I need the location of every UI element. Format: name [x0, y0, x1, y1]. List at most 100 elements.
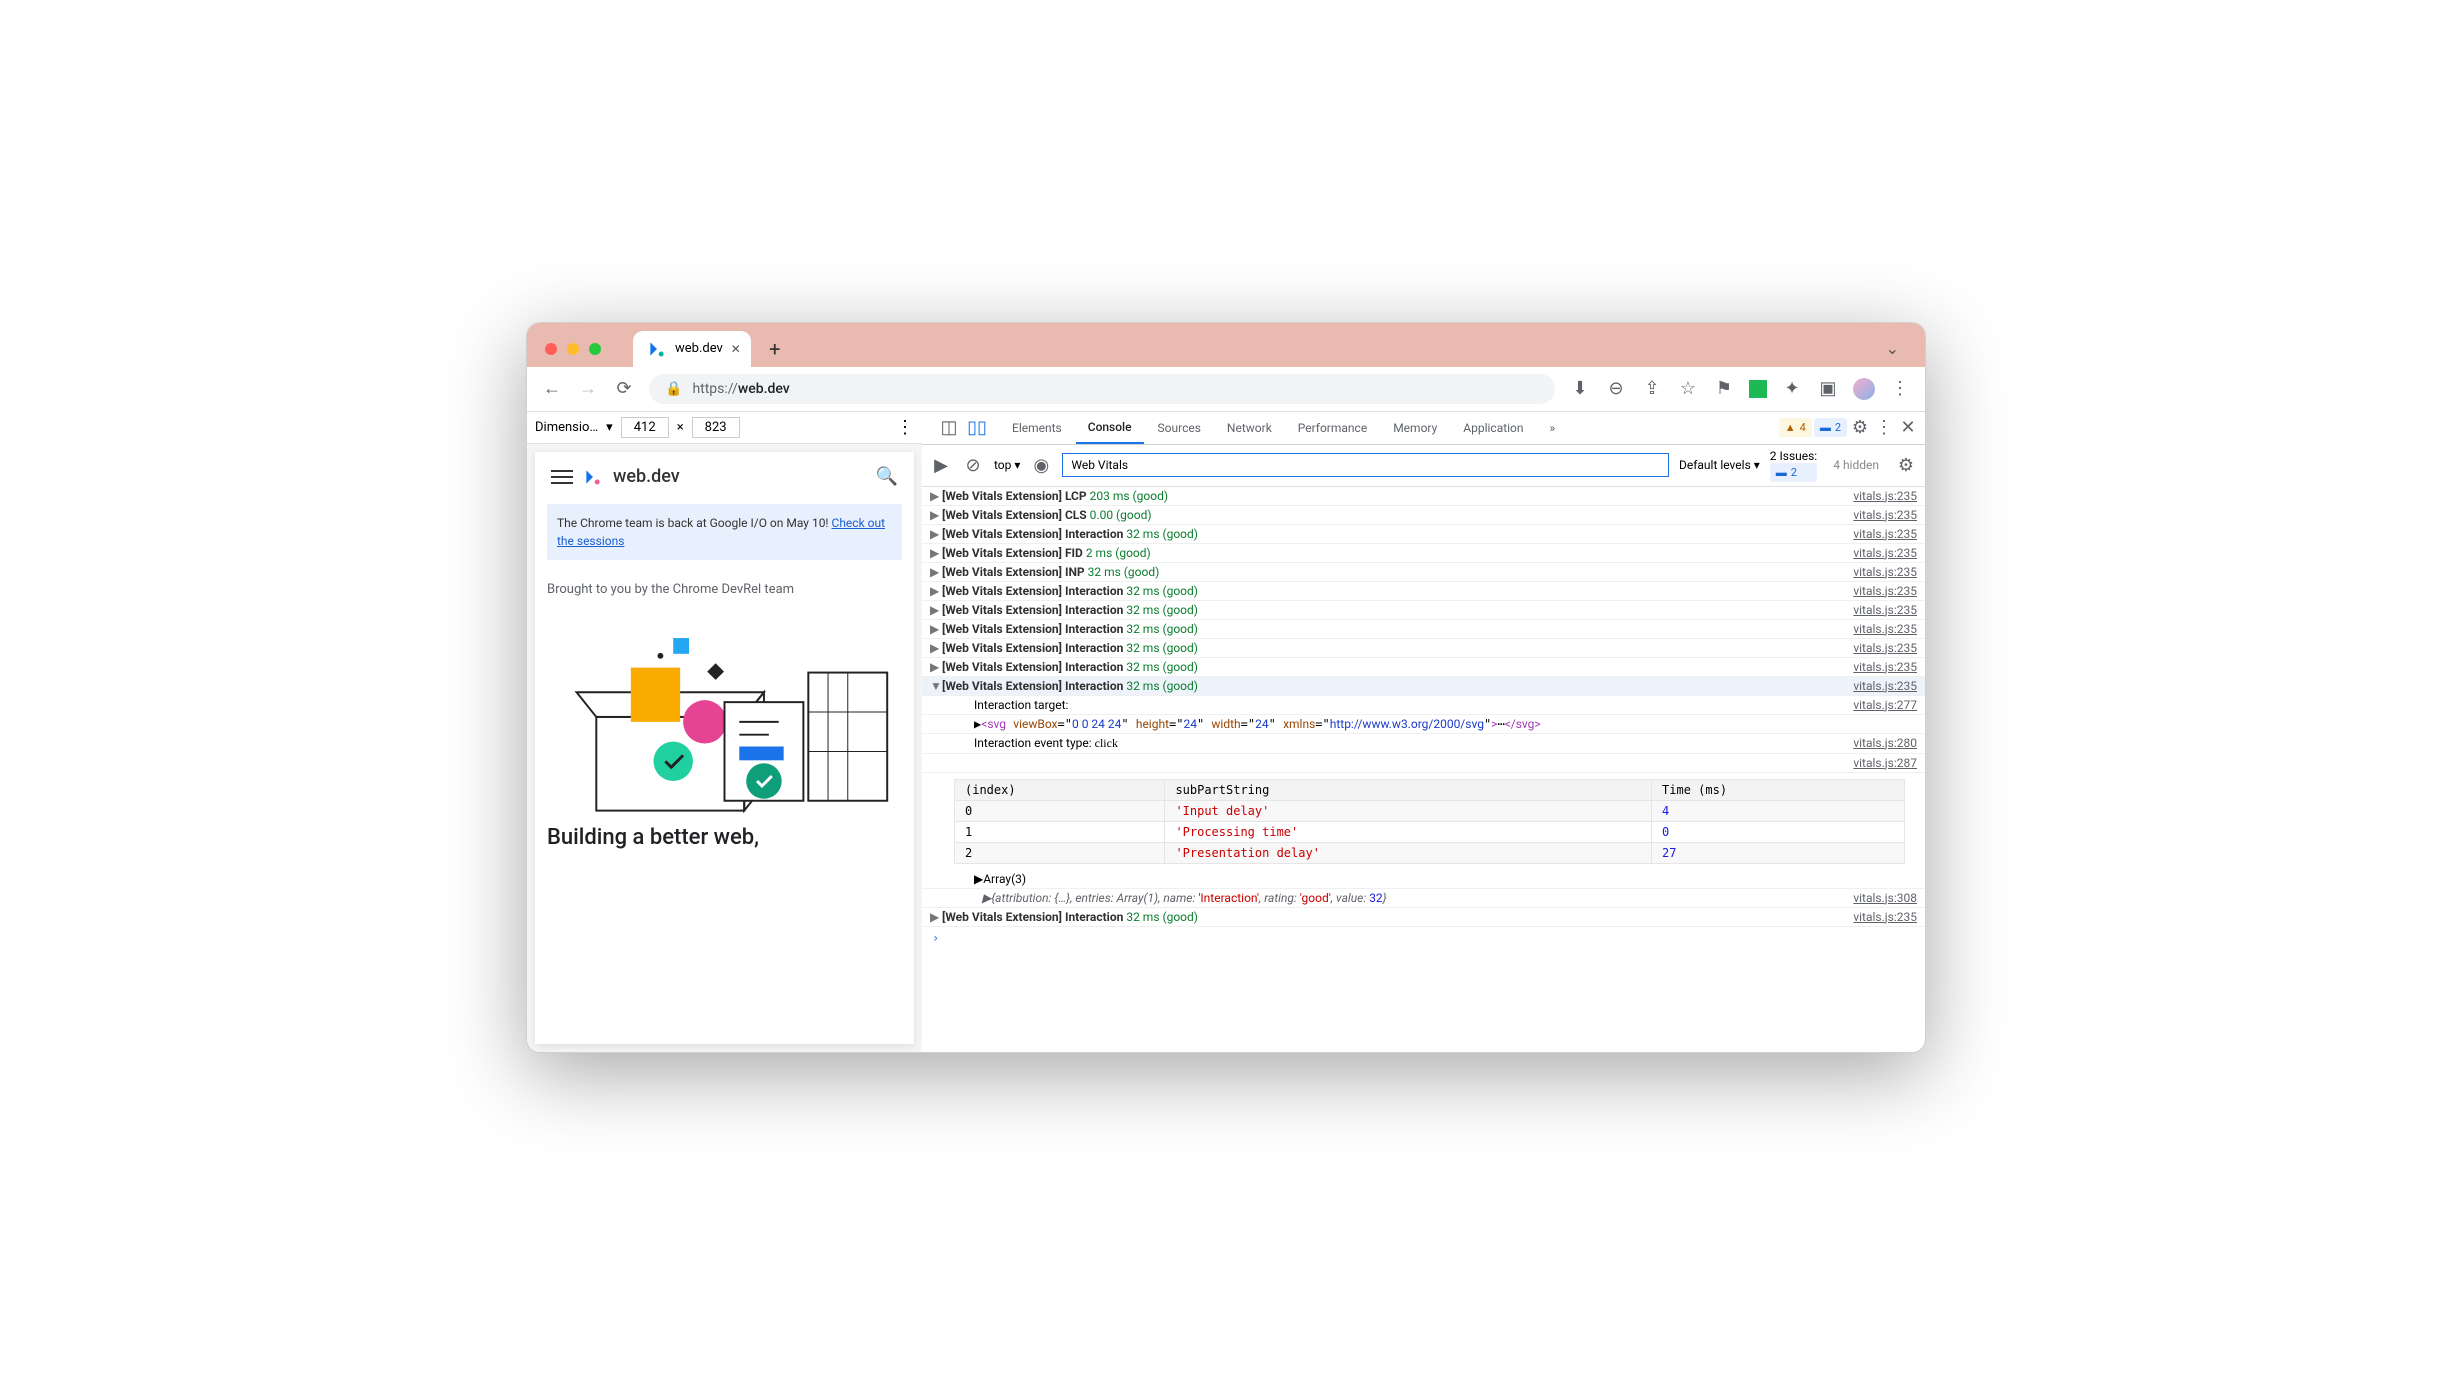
expand-caret-icon[interactable]: ▶ [930, 508, 942, 522]
live-expression-icon[interactable]: ◉ [1030, 454, 1052, 476]
tabs-overflow-icon[interactable]: » [1538, 413, 1568, 443]
extension-square-icon[interactable] [1749, 380, 1767, 398]
console-log-row[interactable]: ▶ [Web Vitals Extension] FID 2 ms (good)… [922, 544, 1925, 563]
table-row: 0'Input delay'4 [955, 800, 1905, 821]
source-link[interactable]: vitals.js:235 [1853, 603, 1917, 617]
star-icon[interactable]: ☆ [1677, 378, 1699, 400]
tab-sources[interactable]: Sources [1146, 413, 1213, 443]
zoom-icon[interactable]: ⊖ [1605, 378, 1627, 400]
source-link[interactable]: vitals.js:235 [1853, 660, 1917, 674]
tab-network[interactable]: Network [1215, 413, 1284, 443]
console-output[interactable]: ▶ [Web Vitals Extension] LCP 203 ms (goo… [922, 487, 1925, 1052]
back-button[interactable]: ← [541, 378, 563, 400]
tab-console[interactable]: Console [1076, 412, 1144, 444]
source-link[interactable]: vitals.js:235 [1853, 679, 1917, 693]
source-link[interactable]: vitals.js:235 [1853, 910, 1917, 924]
console-settings-icon[interactable]: ⚙ [1895, 454, 1917, 476]
source-link[interactable]: vitals.js:277 [1853, 698, 1917, 712]
source-link[interactable]: vitals.js:235 [1853, 584, 1917, 598]
webdev-favicon [647, 339, 667, 359]
source-link[interactable]: vitals.js:287 [1853, 756, 1917, 770]
issues-counter[interactable]: 2 Issues: ▬ 2 [1770, 449, 1817, 482]
console-log-row[interactable]: ▼ [Web Vitals Extension] Interaction 32 … [922, 677, 1925, 696]
side-panel-icon[interactable]: ▣ [1817, 378, 1839, 400]
webdev-logo-icon [583, 467, 603, 487]
clear-console-icon[interactable]: ⊘ [962, 454, 984, 476]
viewport-width-input[interactable] [621, 417, 669, 438]
tab-elements[interactable]: Elements [1000, 413, 1074, 443]
expand-caret-icon[interactable]: ▶ [930, 584, 942, 598]
play-icon[interactable]: ▶ [930, 454, 952, 476]
expand-caret-icon[interactable]: ▶ [930, 603, 942, 617]
forward-button[interactable]: → [577, 378, 599, 400]
page-logo-text: web.dev [613, 466, 680, 487]
tab-performance[interactable]: Performance [1286, 413, 1379, 443]
hidden-count[interactable]: 4 hidden [1827, 458, 1885, 472]
expand-caret-icon[interactable]: ▶ [930, 489, 942, 503]
source-link[interactable]: vitals.js:235 [1853, 489, 1917, 503]
expand-caret-icon[interactable]: ▶ [930, 546, 942, 560]
source-link[interactable]: vitals.js:235 [1853, 641, 1917, 655]
profile-avatar[interactable] [1853, 378, 1875, 400]
source-link[interactable]: vitals.js:308 [1853, 891, 1917, 905]
hero-illustration [547, 607, 902, 817]
source-link[interactable]: vitals.js:235 [1853, 508, 1917, 522]
new-tab-button[interactable]: + [761, 335, 789, 363]
log-levels-dropdown[interactable]: Default levels ▾ [1679, 458, 1760, 472]
console-log-row[interactable]: ▶ [Web Vitals Extension] Interaction 32 … [922, 620, 1925, 639]
tab-application[interactable]: Application [1451, 413, 1535, 443]
inspect-element-icon[interactable]: ◫ [938, 417, 960, 439]
console-log-row[interactable]: ▶ [Web Vitals Extension] CLS 0.00 (good)… [922, 506, 1925, 525]
close-window-button[interactable] [545, 343, 557, 355]
console-log-row[interactable]: ▶ [Web Vitals Extension] LCP 203 ms (goo… [922, 487, 1925, 506]
device-toggle-icon[interactable]: ▯▯ [966, 417, 988, 439]
console-prompt[interactable]: › [922, 927, 1925, 949]
execution-context[interactable]: top ▾ [994, 458, 1020, 472]
expand-caret-icon[interactable]: ▶ [930, 565, 942, 579]
messages-badge[interactable]: ▬ 2 [1814, 418, 1847, 437]
source-link[interactable]: vitals.js:235 [1853, 565, 1917, 579]
reload-button[interactable]: ⟳ [613, 378, 635, 400]
devtools-close-icon[interactable]: ✕ [1897, 417, 1919, 439]
source-link[interactable]: vitals.js:235 [1853, 546, 1917, 560]
search-icon[interactable]: 🔍 [876, 466, 898, 488]
expand-caret-icon[interactable]: ▶ [930, 527, 942, 541]
warnings-badge[interactable]: ▲ 4 [1779, 418, 1812, 437]
source-link[interactable]: vitals.js:235 [1853, 527, 1917, 541]
maximize-window-button[interactable] [589, 343, 601, 355]
tab-close-icon[interactable]: ✕ [731, 342, 741, 356]
console-log-row[interactable]: ▶[Web Vitals Extension] Interaction 32 m… [922, 908, 1925, 927]
browser-tab[interactable]: web.dev ✕ [633, 331, 751, 367]
share-icon[interactable]: ⇪ [1641, 378, 1663, 400]
expand-caret-icon[interactable]: ▶ [930, 660, 942, 674]
browser-menu-icon[interactable]: ⋮ [1889, 378, 1911, 400]
minimize-window-button[interactable] [567, 343, 579, 355]
viewport-more-icon[interactable]: ⋮ [896, 417, 914, 438]
console-log-row[interactable]: ▶ [Web Vitals Extension] Interaction 32 … [922, 639, 1925, 658]
console-log-row[interactable]: ▶ [Web Vitals Extension] Interaction 32 … [922, 601, 1925, 620]
titlebar: web.dev ✕ + ⌄ [527, 323, 1925, 367]
hamburger-menu-icon[interactable] [551, 470, 573, 484]
viewport-height-input[interactable] [692, 417, 740, 438]
console-log-row[interactable]: ▶ [Web Vitals Extension] Interaction 32 … [922, 582, 1925, 601]
download-icon[interactable]: ⬇ [1569, 378, 1591, 400]
source-link[interactable]: vitals.js:235 [1853, 622, 1917, 636]
console-log-row[interactable]: ▶ [Web Vitals Extension] Interaction 32 … [922, 658, 1925, 677]
flag-icon[interactable]: ⚑ [1713, 378, 1735, 400]
rendered-page[interactable]: web.dev 🔍 The Chrome team is back at Goo… [535, 452, 914, 1044]
expand-caret-icon[interactable]: ▶ [930, 641, 942, 655]
console-filter-input[interactable] [1062, 453, 1669, 477]
url-bar[interactable]: 🔒 https://web.dev [649, 374, 1555, 404]
devtools-more-icon[interactable]: ⋮ [1873, 417, 1895, 439]
source-link[interactable]: vitals.js:280 [1853, 736, 1917, 751]
console-log-row[interactable]: ▶ [Web Vitals Extension] INP 32 ms (good… [922, 563, 1925, 582]
settings-gear-icon[interactable]: ⚙ [1849, 417, 1871, 439]
extensions-puzzle-icon[interactable]: ✦ [1781, 378, 1803, 400]
tabs-menu-icon[interactable]: ⌄ [1886, 339, 1907, 358]
expand-caret-icon[interactable]: ▼ [930, 679, 942, 693]
dimensions-label[interactable]: Dimensio… [535, 420, 598, 435]
expand-caret-icon[interactable]: ▶ [930, 622, 942, 636]
console-log-row[interactable]: ▶ [Web Vitals Extension] Interaction 32 … [922, 525, 1925, 544]
console-table: (index)subPartStringTime (ms)0'Input del… [954, 779, 1905, 864]
tab-memory[interactable]: Memory [1381, 413, 1449, 443]
